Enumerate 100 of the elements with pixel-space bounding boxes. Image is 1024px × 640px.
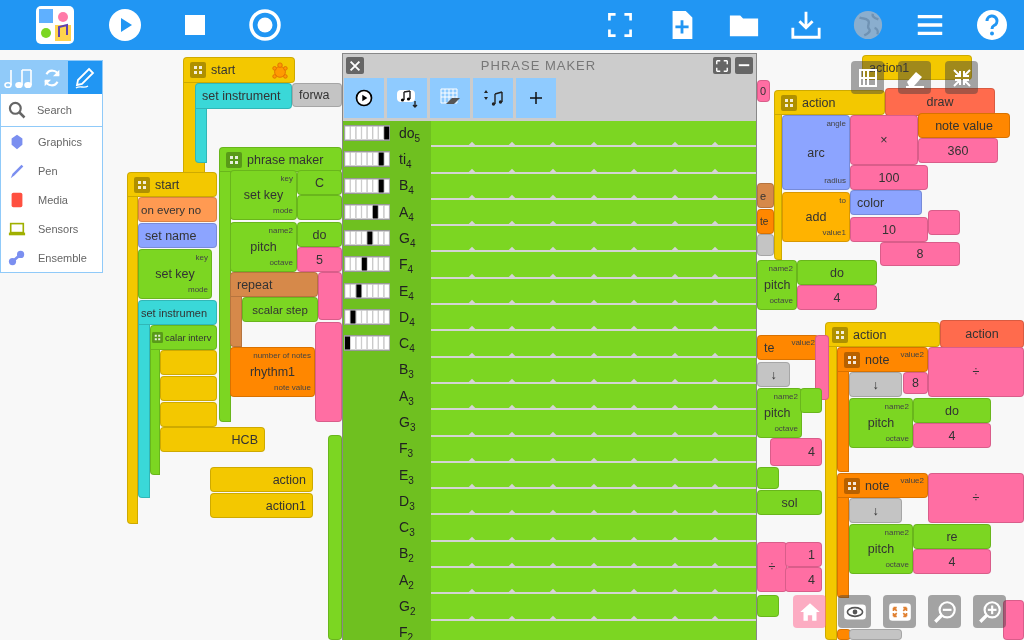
code-block[interactable]: HCB: [160, 427, 265, 452]
code-block[interactable]: note value2: [837, 473, 928, 498]
grid-cell[interactable]: [431, 462, 472, 490]
drag-handle-icon[interactable]: [134, 176, 150, 193]
code-block[interactable]: set instrument: [195, 83, 292, 109]
code-block[interactable]: repeat: [230, 272, 318, 297]
drag-handle-icon[interactable]: [844, 477, 860, 494]
minimize-button[interactable]: [735, 57, 753, 74]
code-block[interactable]: [757, 467, 779, 489]
code-block[interactable]: ↓: [849, 372, 902, 397]
grid-cell[interactable]: [431, 515, 472, 542]
erase-button[interactable]: [430, 78, 470, 118]
code-block[interactable]: ↓: [849, 498, 902, 523]
code-block[interactable]: do: [797, 260, 877, 285]
code-block[interactable]: color: [850, 190, 922, 215]
grid-cell[interactable]: [431, 199, 472, 227]
grid-cell[interactable]: [431, 489, 472, 516]
keyboard-icon[interactable]: [344, 151, 390, 168]
home-button[interactable]: [793, 595, 826, 628]
save-button[interactable]: [387, 78, 427, 118]
grid-cell[interactable]: [431, 620, 472, 640]
keyboard-icon[interactable]: [344, 256, 390, 273]
drag-handle-icon[interactable]: [226, 151, 242, 168]
code-block[interactable]: [815, 335, 829, 400]
code-block[interactable]: 5: [297, 247, 342, 272]
code-block[interactable]: [328, 435, 342, 640]
code-block[interactable]: 4: [913, 549, 991, 574]
code-block[interactable]: C: [297, 170, 342, 195]
keyboard-icon[interactable]: [344, 177, 390, 194]
grid-cell[interactable]: [431, 357, 472, 384]
code-block[interactable]: 4: [797, 285, 877, 310]
grid-cell[interactable]: [431, 383, 472, 411]
code-block[interactable]: name2 pitch octave: [757, 388, 802, 438]
eye-button[interactable]: [838, 595, 871, 628]
logo-button[interactable]: [35, 5, 75, 45]
palette-tab[interactable]: [68, 61, 102, 94]
code-block[interactable]: ↓: [757, 362, 790, 387]
code-block[interactable]: key set key mode: [138, 249, 212, 299]
code-block[interactable]: name2 pitch octave: [849, 398, 913, 448]
code-block[interactable]: 4: [785, 567, 822, 592]
code-block[interactable]: name2 pitch octave: [849, 524, 913, 574]
grid-cell[interactable]: [431, 226, 472, 253]
grid-cell[interactable]: [431, 305, 472, 332]
code-block[interactable]: 1: [785, 542, 822, 567]
code-block[interactable]: phrase maker: [219, 147, 342, 172]
code-block[interactable]: 4: [913, 423, 991, 448]
code-block[interactable]: [160, 350, 217, 375]
code-block[interactable]: on every no: [138, 197, 217, 222]
grid-cell[interactable]: [431, 252, 472, 279]
code-block[interactable]: ×: [850, 115, 918, 165]
add-button[interactable]: [516, 78, 556, 118]
keyboard-icon[interactable]: [344, 203, 390, 220]
code-block[interactable]: set instrumen: [138, 300, 217, 325]
collapse-button[interactable]: [945, 61, 978, 94]
drag-handle-icon[interactable]: [832, 326, 848, 343]
code-block[interactable]: name2 pitch octave: [757, 260, 797, 310]
code-block[interactable]: 0: [757, 80, 770, 102]
code-block[interactable]: 10: [850, 217, 928, 242]
grid-cell[interactable]: [431, 594, 472, 621]
zoom-out-button[interactable]: [928, 595, 961, 628]
code-block[interactable]: 8: [903, 372, 928, 394]
code-block[interactable]: start: [127, 172, 217, 197]
grid-cell[interactable]: [431, 410, 472, 437]
code-block[interactable]: set name: [138, 223, 217, 248]
grid-cell[interactable]: [431, 121, 472, 148]
code-block[interactable]: calar interv: [150, 325, 217, 350]
code-block[interactable]: action: [825, 322, 940, 347]
grid-cell[interactable]: [431, 436, 472, 463]
code-block[interactable]: 360: [918, 138, 998, 163]
code-block[interactable]: [757, 234, 774, 256]
code-block[interactable]: 100: [850, 165, 928, 190]
code-block[interactable]: draw: [885, 88, 995, 116]
code-block[interactable]: name2 pitch octave: [230, 222, 297, 272]
code-block[interactable]: do: [913, 398, 991, 423]
grid-cell[interactable]: [431, 541, 472, 569]
code-block[interactable]: ÷: [928, 347, 1024, 397]
code-block[interactable]: action: [210, 467, 313, 492]
code-block[interactable]: note value2: [837, 347, 928, 372]
code-block[interactable]: e: [757, 183, 774, 208]
code-block[interactable]: do: [297, 222, 342, 247]
search-field[interactable]: Search: [37, 104, 97, 116]
zoom-in-button[interactable]: [973, 595, 1006, 628]
grid-cell[interactable]: [431, 278, 472, 306]
grid-cell[interactable]: [431, 568, 472, 595]
maximize-button[interactable]: [713, 57, 731, 74]
code-block[interactable]: [800, 388, 822, 413]
drag-handle-icon[interactable]: [190, 62, 206, 78]
code-block[interactable]: note value: [918, 113, 1010, 138]
sort-button[interactable]: [473, 78, 513, 118]
code-block[interactable]: 4: [770, 438, 822, 466]
code-block[interactable]: action: [940, 320, 1024, 348]
expand-button[interactable]: [883, 595, 916, 628]
code-block[interactable]: number of notes rhythm1 note value: [230, 347, 315, 397]
play-button[interactable]: [344, 78, 384, 118]
code-block[interactable]: angle arc radius: [782, 115, 850, 190]
code-block[interactable]: start: [183, 57, 295, 83]
code-block[interactable]: scalar step: [242, 297, 318, 322]
keyboard-icon[interactable]: [344, 125, 390, 141]
code-block[interactable]: [928, 210, 960, 235]
code-block[interactable]: [757, 595, 779, 617]
